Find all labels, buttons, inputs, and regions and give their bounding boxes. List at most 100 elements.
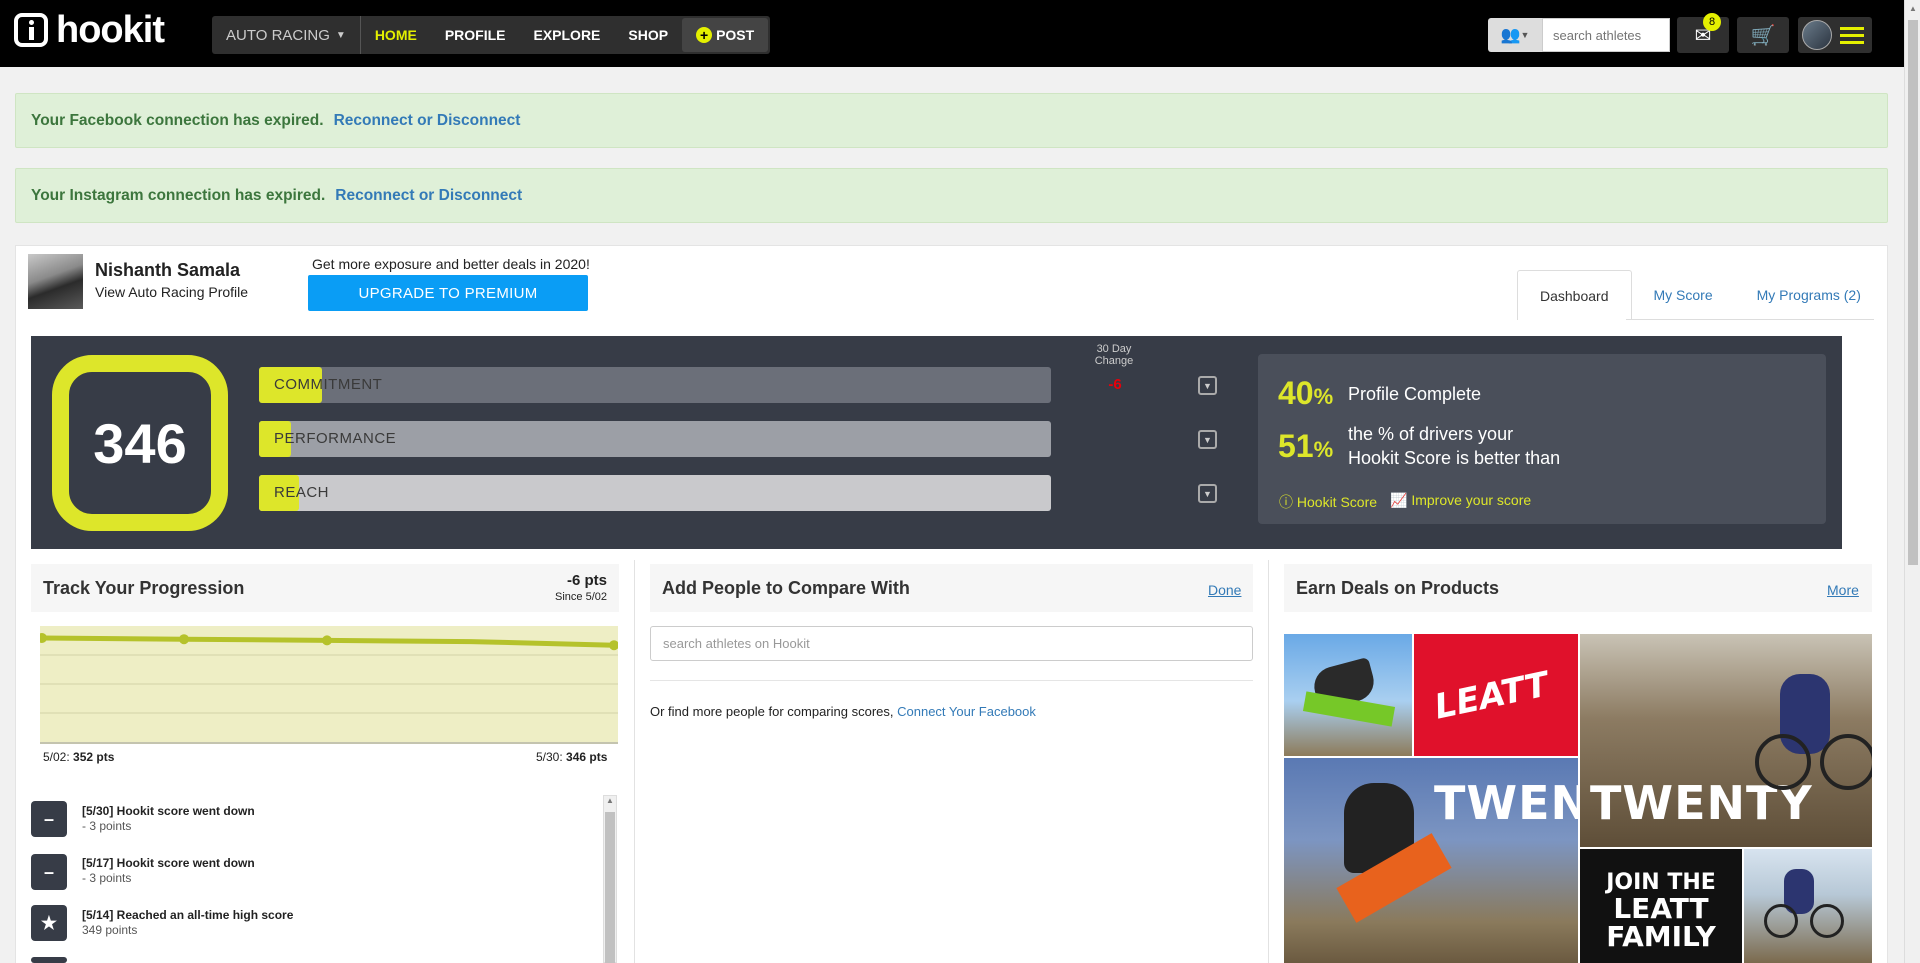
compare-done-link[interactable]: Done: [1208, 582, 1241, 598]
upgrade-premium-button[interactable]: UPGRADE TO PREMIUM: [308, 275, 588, 311]
deal-tile-mtb-small[interactable]: [1744, 849, 1872, 963]
connect-facebook-link[interactable]: Connect Your Facebook: [897, 704, 1036, 719]
cart-button[interactable]: 🛒: [1737, 17, 1789, 53]
deals-more-link[interactable]: More: [1827, 582, 1859, 598]
line-chart-icon: 📈: [1390, 492, 1408, 508]
reconnect-instagram-link[interactable]: Reconnect or Disconnect: [335, 187, 522, 205]
progression-point: [179, 634, 189, 645]
deals-title: Earn Deals on Products: [1296, 577, 1500, 598]
join-text: JOIN THE LEATT FAMILY: [1580, 871, 1742, 951]
search-athletes-input[interactable]: [1542, 18, 1670, 52]
better-than-line1: the % of drivers your: [1348, 424, 1514, 444]
tab-my-programs[interactable]: My Programs (2): [1735, 270, 1883, 320]
nav-home[interactable]: HOME: [361, 16, 431, 54]
chart-end-date: 5/30:: [536, 750, 563, 764]
scroll-up-icon[interactable]: ▲: [606, 796, 614, 805]
profile-name[interactable]: Nishanth Samala: [95, 260, 240, 281]
user-menu-button[interactable]: [1798, 17, 1872, 53]
alert-message: Your Instagram connection has expired.: [31, 186, 326, 204]
main-nav: AUTO RACING ▼ HOME PROFILE EXPLORE SHOP …: [212, 16, 771, 54]
cart-icon: 🛒: [1750, 24, 1776, 47]
hookit-logo[interactable]: hookit: [14, 11, 165, 49]
wheel-shape: [1820, 734, 1872, 790]
chart-start-label: 5/02: 352 pts: [43, 750, 114, 764]
activity-sub: - 3 points: [82, 871, 132, 885]
people-icon: 👥: [1500, 27, 1521, 44]
deal-tile-mtb[interactable]: TWENTY: [1580, 634, 1872, 847]
star-icon: ★: [31, 905, 67, 941]
people-filter-button[interactable]: 👥 ▼: [1488, 18, 1542, 52]
sport-dropdown-label: AUTO RACING: [226, 26, 330, 44]
deals-header: Earn Deals on Products: [1284, 564, 1872, 612]
change-value: -6: [1108, 376, 1122, 393]
activity-icon-partial: [31, 957, 67, 963]
better-than-line2: Hookit Score is better than: [1348, 448, 1561, 468]
progression-change: -6 pts: [566, 572, 607, 589]
divider: [650, 680, 1253, 681]
activity-sub: 349 points: [82, 923, 138, 937]
avatar: [1802, 20, 1832, 50]
scroll-up-icon[interactable]: ▲: [1909, 4, 1917, 13]
reach-expand-icon[interactable]: ▼: [1198, 484, 1217, 503]
twenty-text-left: TWENTY: [1434, 776, 1578, 830]
chart-end-value: 346 pts: [566, 750, 608, 764]
facebook-expired-alert: Your Facebook connection has expired. Re…: [15, 93, 1888, 148]
hookit-logo-icon: [14, 13, 48, 47]
deal-tile-join-leatt[interactable]: JOIN THE LEATT FAMILY: [1580, 849, 1742, 963]
post-label: POST: [716, 27, 755, 43]
compare-search-input[interactable]: search athletes on Hookit: [650, 626, 1253, 661]
caret-down-icon: ▼: [335, 29, 346, 41]
minus-icon: –: [31, 854, 67, 890]
activity-title: [5/14] Reached an all-time high score: [82, 908, 294, 922]
alert-message: Your Facebook connection has expired.: [31, 111, 324, 129]
hookit-score-link[interactable]: ⓘ Hookit Score: [1279, 492, 1377, 512]
wheel-shape: [1810, 904, 1844, 938]
post-button[interactable]: + POST: [682, 18, 769, 52]
page-scrollbar[interactable]: ▲: [1904, 0, 1920, 963]
progression-point: [322, 635, 332, 646]
column-divider: [1268, 560, 1269, 963]
reconnect-facebook-link[interactable]: Reconnect or Disconnect: [334, 112, 521, 130]
compare-hint: Or find more people for comparing scores…: [650, 704, 1036, 719]
progression-chart: [40, 626, 618, 744]
caret-down-icon: ▼: [1520, 30, 1530, 40]
profile-complete-label: Profile Complete: [1348, 384, 1482, 404]
messages-button[interactable]: ✉ 8: [1677, 13, 1729, 53]
join-line-3: FAMILY: [1606, 920, 1716, 953]
reach-label: REACH: [274, 484, 330, 501]
info-icon: ⓘ: [1279, 494, 1293, 510]
wheel-shape: [1755, 734, 1811, 790]
profile-avatar[interactable]: [28, 254, 83, 309]
sport-dropdown[interactable]: AUTO RACING ▼: [212, 16, 361, 54]
commitment-expand-icon[interactable]: ▼: [1198, 376, 1217, 395]
commitment-label: COMMITMENT: [274, 376, 383, 393]
nav-explore[interactable]: EXPLORE: [519, 16, 614, 54]
deal-tile-motocross[interactable]: [1284, 634, 1412, 756]
compare-title: Add People to Compare With: [662, 577, 910, 598]
performance-expand-icon[interactable]: ▼: [1198, 430, 1217, 449]
activity-title: [5/30] Hookit score went down: [82, 804, 255, 818]
deal-tile-leatt-logo[interactable]: LEATT: [1414, 634, 1578, 756]
instagram-expired-alert: Your Instagram connection has expired. R…: [15, 168, 1888, 223]
deal-tile-twenty[interactable]: TWENTY: [1284, 758, 1578, 963]
better-than-percent: 51%: [1278, 428, 1333, 465]
top-navbar: hookit AUTO RACING ▼ HOME PROFILE EXPLOR…: [0, 0, 1904, 67]
scrollbar-thumb[interactable]: [605, 812, 615, 963]
tab-my-score[interactable]: My Score: [1632, 270, 1735, 320]
view-profile-link[interactable]: View Auto Racing Profile: [95, 284, 248, 300]
activity-scrollbar[interactable]: ▲: [603, 795, 617, 963]
promo-text: Get more exposure and better deals in 20…: [312, 256, 590, 272]
tabs-divider: [1626, 319, 1874, 320]
tab-dashboard[interactable]: Dashboard: [1517, 270, 1632, 320]
stat-pct-unit: %: [1313, 384, 1334, 409]
progression-header: Track Your Progression: [31, 564, 619, 612]
improve-score-link[interactable]: 📈 Improve your score: [1390, 492, 1531, 509]
athlete-search: 👥 ▼: [1488, 18, 1670, 52]
scrollbar-thumb[interactable]: [1908, 20, 1918, 565]
nav-shop[interactable]: SHOP: [614, 16, 682, 54]
nav-profile[interactable]: PROFILE: [431, 16, 520, 54]
compare-header: Add People to Compare With: [650, 564, 1253, 612]
hookit-score-value: 346: [93, 411, 187, 475]
change-header: 30 Day Change: [1094, 343, 1134, 367]
compare-hint-text: Or find more people for comparing scores…: [650, 704, 894, 719]
